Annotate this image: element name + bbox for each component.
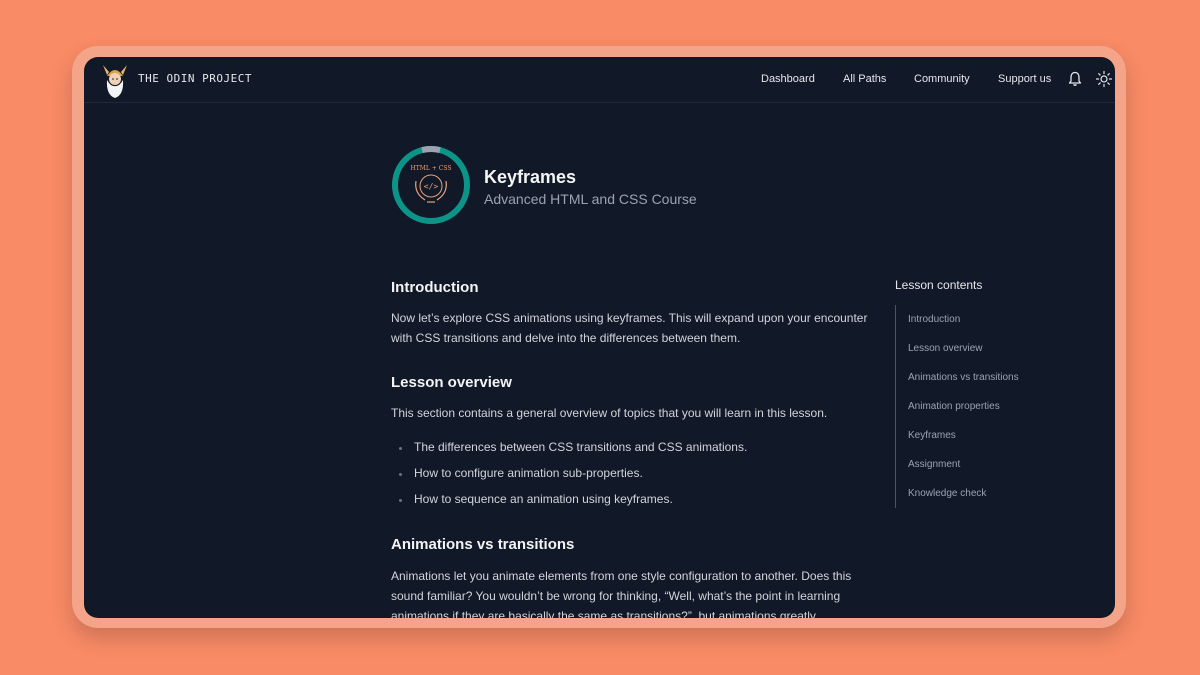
toc-item-animation-properties[interactable]: Animation properties (908, 401, 1000, 412)
toc-item-animations-vs-transitions[interactable]: Animations vs transitions (908, 372, 1019, 383)
toc-divider (895, 305, 896, 508)
odin-logo-icon[interactable] (100, 61, 130, 99)
toc-item-assignment[interactable]: Assignment (908, 459, 960, 470)
svg-text:</>: </> (424, 182, 439, 191)
lesson-course-name[interactable]: Advanced HTML and CSS Course (484, 191, 697, 207)
bullet-icon (399, 473, 402, 476)
introduction-heading: Introduction (391, 279, 479, 296)
toc-item-keyframes[interactable]: Keyframes (908, 430, 956, 441)
top-navbar: THE ODIN PROJECT Dashboard All Paths Com… (84, 57, 1115, 103)
list-item: The differences between CSS transitions … (414, 440, 748, 454)
lesson-overview-heading: Lesson overview (391, 374, 512, 391)
lesson-contents-title: Lesson contents (895, 278, 983, 292)
toc-item-knowledge-check[interactable]: Knowledge check (908, 488, 986, 499)
toc-item-lesson-overview[interactable]: Lesson overview (908, 343, 982, 354)
bell-icon[interactable] (1066, 70, 1084, 88)
nav-dashboard[interactable]: Dashboard (761, 73, 815, 85)
nav-all-paths[interactable]: All Paths (843, 73, 886, 85)
browser-window: THE ODIN PROJECT Dashboard All Paths Com… (84, 57, 1115, 618)
list-item: How to sequence an animation using keyfr… (414, 492, 673, 506)
bullet-icon (399, 499, 402, 502)
progress-arc (421, 146, 441, 154)
nav-community[interactable]: Community (914, 73, 970, 85)
course-progress-badge: HTML + CSS </> (392, 146, 470, 224)
list-item: How to configure animation sub-propertie… (414, 466, 643, 480)
sun-icon[interactable] (1095, 70, 1113, 88)
introduction-text: Now let’s explore CSS animations using k… (391, 311, 868, 345)
nav-support-us[interactable]: Support us (998, 73, 1051, 85)
brand-name[interactable]: THE ODIN PROJECT (138, 72, 252, 85)
toc-item-introduction[interactable]: Introduction (908, 314, 960, 325)
lesson-title: Keyframes (484, 167, 577, 187)
animations-vs-transitions-heading: Animations vs transitions (391, 536, 575, 553)
animations-vs-transitions-text: Animations let you animate elements from… (391, 569, 852, 618)
badge-text: HTML + CSS (411, 165, 452, 172)
lesson-overview-text: This section contains a general overview… (391, 406, 828, 420)
bullet-icon (399, 447, 402, 450)
